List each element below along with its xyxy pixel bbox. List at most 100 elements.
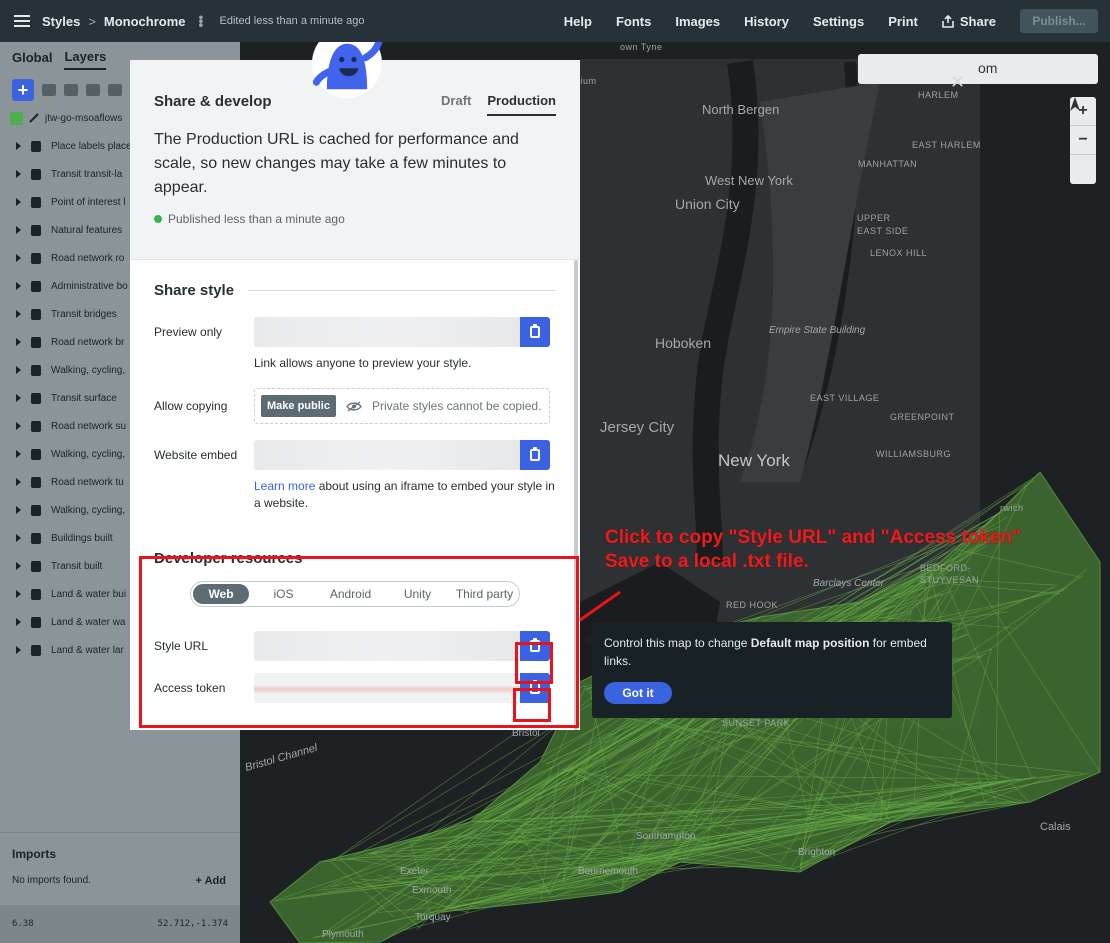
publish-status: Published less than a minute ago (154, 212, 556, 226)
compass-button[interactable] (1070, 97, 1096, 184)
zoom-out-button[interactable]: − (1070, 126, 1096, 155)
layer-label: Buildings built (51, 532, 113, 544)
add-import-button[interactable]: + Add (196, 875, 226, 887)
source-label: jtw-go-msoaflows (45, 112, 123, 124)
layer-type-icon (31, 308, 41, 320)
copy-preview-button[interactable] (520, 317, 550, 347)
map-label: EAST HARLEM (912, 140, 981, 150)
layer-label: Transit surface (51, 392, 117, 404)
layer-color-swatch (10, 111, 23, 125)
embed-code-field[interactable] (254, 440, 520, 470)
map-label: Brighton (798, 847, 836, 858)
copying-label: Allow copying (154, 399, 228, 413)
map-label: Jersey City (600, 419, 675, 436)
preview-url-field[interactable] (254, 317, 520, 347)
layer-type-icon (31, 364, 41, 376)
expand-icon[interactable] (16, 394, 21, 402)
folder-icon[interactable] (64, 84, 78, 96)
expand-icon[interactable] (16, 646, 21, 654)
breadcrumb-style-name[interactable]: Monochrome (104, 14, 186, 29)
layer-label: Transit transit-la (51, 168, 123, 180)
tab-production[interactable]: Production (487, 93, 556, 116)
expand-icon[interactable] (16, 366, 21, 374)
tooltip-text: Control this map to change Default map p… (604, 636, 927, 668)
layer-label: Walking, cycling, (51, 504, 126, 516)
layer-label: Walking, cycling, (51, 364, 126, 376)
layer-label: Road network tu (51, 476, 124, 488)
layer-label: Land & water bui (51, 588, 127, 600)
expand-icon[interactable] (16, 478, 21, 486)
map-label: New York (718, 451, 790, 470)
hide-icon[interactable] (108, 84, 122, 96)
layer-type-icon (31, 448, 41, 460)
breadcrumb-styles[interactable]: Styles (42, 14, 80, 29)
map-search-input[interactable]: om (858, 54, 1098, 84)
tab-global[interactable]: Global (12, 50, 52, 69)
expand-icon[interactable] (16, 590, 21, 598)
nav-images[interactable]: Images (675, 14, 720, 29)
cursor-coords: 52.712,-1.374 (157, 919, 228, 929)
edited-status: Edited less than a minute ago (219, 15, 365, 27)
hamburger-icon[interactable] (14, 15, 30, 27)
duplicate-icon[interactable] (42, 84, 56, 96)
publish-button[interactable]: Publish... (1020, 9, 1098, 33)
breadcrumb-separator: > (88, 13, 96, 29)
expand-icon[interactable] (16, 562, 21, 570)
embed-label: Website embed (154, 448, 238, 462)
expand-icon[interactable] (16, 506, 21, 514)
expand-icon[interactable] (16, 534, 21, 542)
expand-icon[interactable] (16, 142, 21, 150)
map-label: MANHATTAN (858, 159, 918, 169)
layer-label: Administrative bo (51, 280, 128, 292)
annotation-text: Click to copy "Style URL" and "Access to… (605, 527, 1022, 572)
nav-print[interactable]: Print (888, 14, 918, 29)
status-dot (154, 215, 162, 223)
map-label: Torquay (415, 912, 451, 923)
map-label: WILLIAMSBURG (876, 449, 952, 459)
copy-embed-button[interactable] (520, 440, 550, 470)
expand-icon[interactable] (16, 618, 21, 626)
copying-box: Make public Private styles cannot be cop… (254, 388, 550, 424)
style-url-copy-highlight (515, 642, 553, 684)
eye-off-icon (346, 400, 362, 412)
nav-history[interactable]: History (744, 14, 789, 29)
expand-icon[interactable] (16, 198, 21, 206)
share-button[interactable]: Share (942, 14, 996, 29)
layer-type-icon (31, 252, 41, 264)
layer-type-icon (31, 336, 41, 348)
expand-icon[interactable] (16, 254, 21, 262)
nav-help[interactable]: Help (564, 14, 592, 29)
layer-label: Road network ro (51, 252, 125, 264)
map-label: Hoboken (655, 335, 712, 351)
layer-type-icon (31, 644, 41, 656)
nav-settings[interactable]: Settings (813, 14, 864, 29)
expand-icon[interactable] (16, 310, 21, 318)
add-layer-button[interactable]: + (12, 79, 34, 101)
expand-icon[interactable] (16, 282, 21, 290)
map-label: Bournemouth (578, 866, 639, 877)
learn-more-link[interactable]: Learn more (254, 479, 315, 493)
expand-icon[interactable] (16, 338, 21, 346)
expand-icon[interactable] (16, 226, 21, 234)
imports-panel: Imports No imports found. + Add (0, 832, 240, 900)
map-label: GREENPOINT (890, 412, 955, 422)
make-public-button[interactable]: Make public (261, 395, 336, 417)
expand-icon[interactable] (16, 422, 21, 430)
mode-tabs: Draft Production (441, 93, 556, 116)
expand-icon[interactable] (16, 450, 21, 458)
style-icon[interactable] (86, 84, 100, 96)
zoom-controls: + − (1070, 97, 1096, 184)
layer-label: Natural features (51, 224, 123, 236)
map-label: RED HOOK (726, 600, 779, 610)
map-label: Southampton (636, 831, 696, 842)
more-options-icon[interactable]: ••• (194, 15, 210, 27)
tab-draft[interactable]: Draft (441, 93, 471, 116)
embed-row: Website embed (154, 440, 556, 470)
expand-icon[interactable] (16, 170, 21, 178)
nav-fonts[interactable]: Fonts (616, 14, 651, 29)
imports-title: Imports (12, 847, 57, 861)
layer-type-icon (31, 392, 41, 404)
layer-label: Point of interest l (51, 196, 126, 208)
layer-label: Road network su (51, 420, 127, 432)
tab-layers[interactable]: Layers (64, 49, 107, 70)
